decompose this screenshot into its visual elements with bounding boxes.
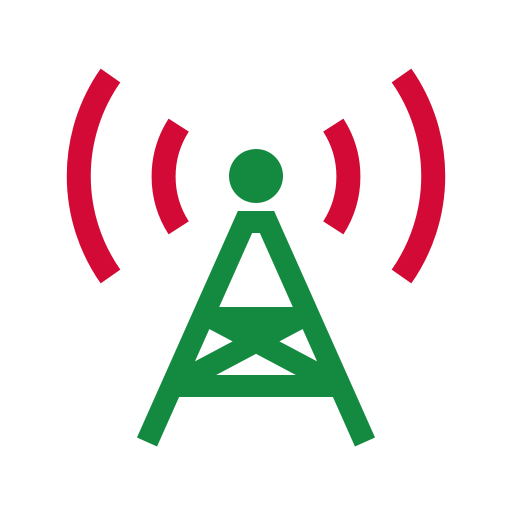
radio-tower-icon xyxy=(0,0,512,512)
tower-top-dot-icon xyxy=(229,149,283,203)
icon-background xyxy=(0,0,512,512)
